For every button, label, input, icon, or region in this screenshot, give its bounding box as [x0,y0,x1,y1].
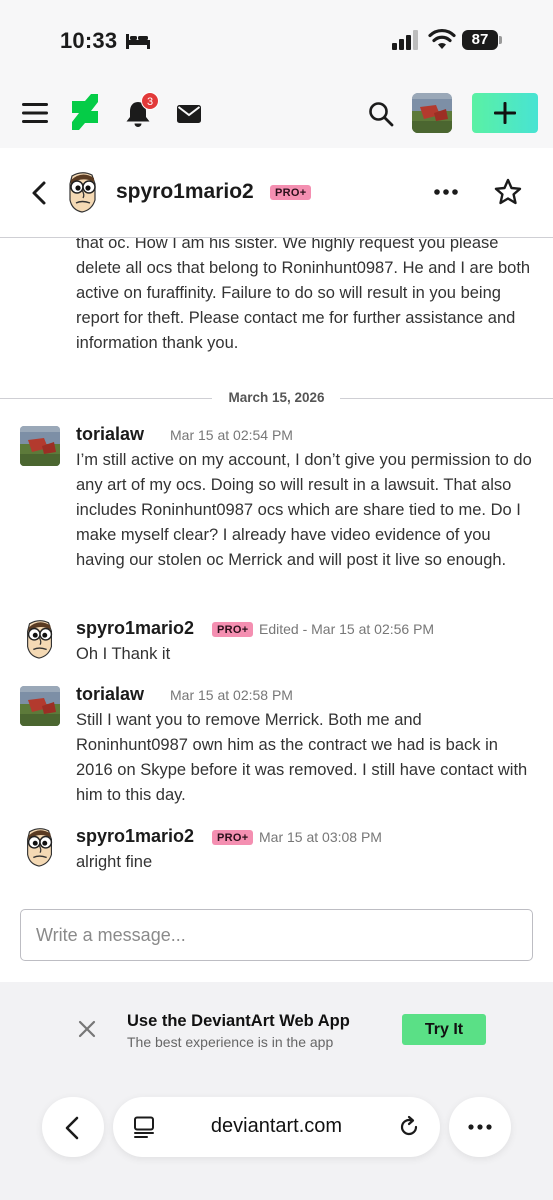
url-text: deviantart.com [210,1115,343,1137]
pro-badge: PRO+ [212,830,254,845]
message-timestamp: Mar 15 at 03:08 PM [259,829,382,845]
compose-area [0,896,553,982]
contact-username[interactable]: spyro1mario2 [116,180,254,204]
message-author[interactable]: torialaw [76,424,144,445]
browser-back-button[interactable] [42,1097,104,1157]
address-bar[interactable]: deviantart.com [113,1097,440,1157]
bed-icon [126,34,150,49]
hamburger-icon[interactable] [22,102,48,124]
message-timestamp: Mar 15 at 02:58 PM [170,687,293,703]
more-icon [468,1124,492,1130]
message-input[interactable] [20,909,533,961]
message-text: alright fine [76,853,153,871]
author-avatar[interactable] [20,826,60,868]
status-time: 10:33 [60,28,118,53]
date-separator-label: March 15, 2026 [228,390,325,405]
message-author[interactable]: spyro1mario2 [76,618,194,639]
close-icon[interactable] [78,1020,96,1038]
app-banner: Use the DeviantArt Web App The best expe… [0,982,553,1200]
chevron-left-icon[interactable] [30,180,48,206]
author-avatar[interactable] [20,618,60,660]
battery-icon: 87 [462,30,498,50]
search-icon[interactable] [368,101,394,127]
message-timestamp: Edited - Mar 15 at 02:56 PM [259,621,435,637]
pro-badge: PRO+ [212,622,254,637]
message-author[interactable]: spyro1mario2 [76,826,194,847]
user-avatar[interactable] [412,93,452,133]
battery-tip [499,36,502,44]
author-avatar[interactable] [20,686,60,726]
message-thread[interactable]: that oc. How I am his sister. We highly … [0,238,553,982]
banner-title: Use the DeviantArt Web App [127,1012,350,1030]
reload-icon[interactable] [397,1115,421,1139]
contact-avatar[interactable] [62,170,104,214]
pro-badge: PRO+ [270,185,312,200]
plus-icon [494,102,516,124]
wifi-icon [428,28,456,49]
star-icon[interactable] [494,178,522,206]
try-it-button[interactable]: Try It [402,1014,486,1045]
notification-badge: 3 [141,92,159,110]
message-text: Oh I Thank it [76,645,171,663]
message-text: I’m still active on my account, I don’t … [76,451,532,569]
top-nav: 3 [0,80,553,148]
more-options-icon[interactable] [433,188,459,196]
message-author[interactable]: torialaw [76,684,144,705]
banner-subtitle: The best experience is in the app [127,1034,334,1050]
back-icon [65,1116,79,1140]
deviantart-logo-icon[interactable] [72,94,98,130]
mail-icon[interactable] [177,105,201,123]
message-text: Still I want you to remove Merrick. Both… [76,711,528,804]
status-bar: 10:33 87 [0,0,553,80]
browser-more-button[interactable] [449,1097,511,1157]
create-button[interactable] [472,93,538,133]
signal-icon [392,30,418,50]
message-timestamp: Mar 15 at 02:54 PM [170,427,293,443]
conversation-header: spyro1mario2 PRO+ [0,148,553,238]
message-continuation-text: that oc. How I am his sister. We highly … [76,238,531,352]
date-separator: March 15, 2026 [0,388,553,408]
author-avatar[interactable] [20,426,60,466]
